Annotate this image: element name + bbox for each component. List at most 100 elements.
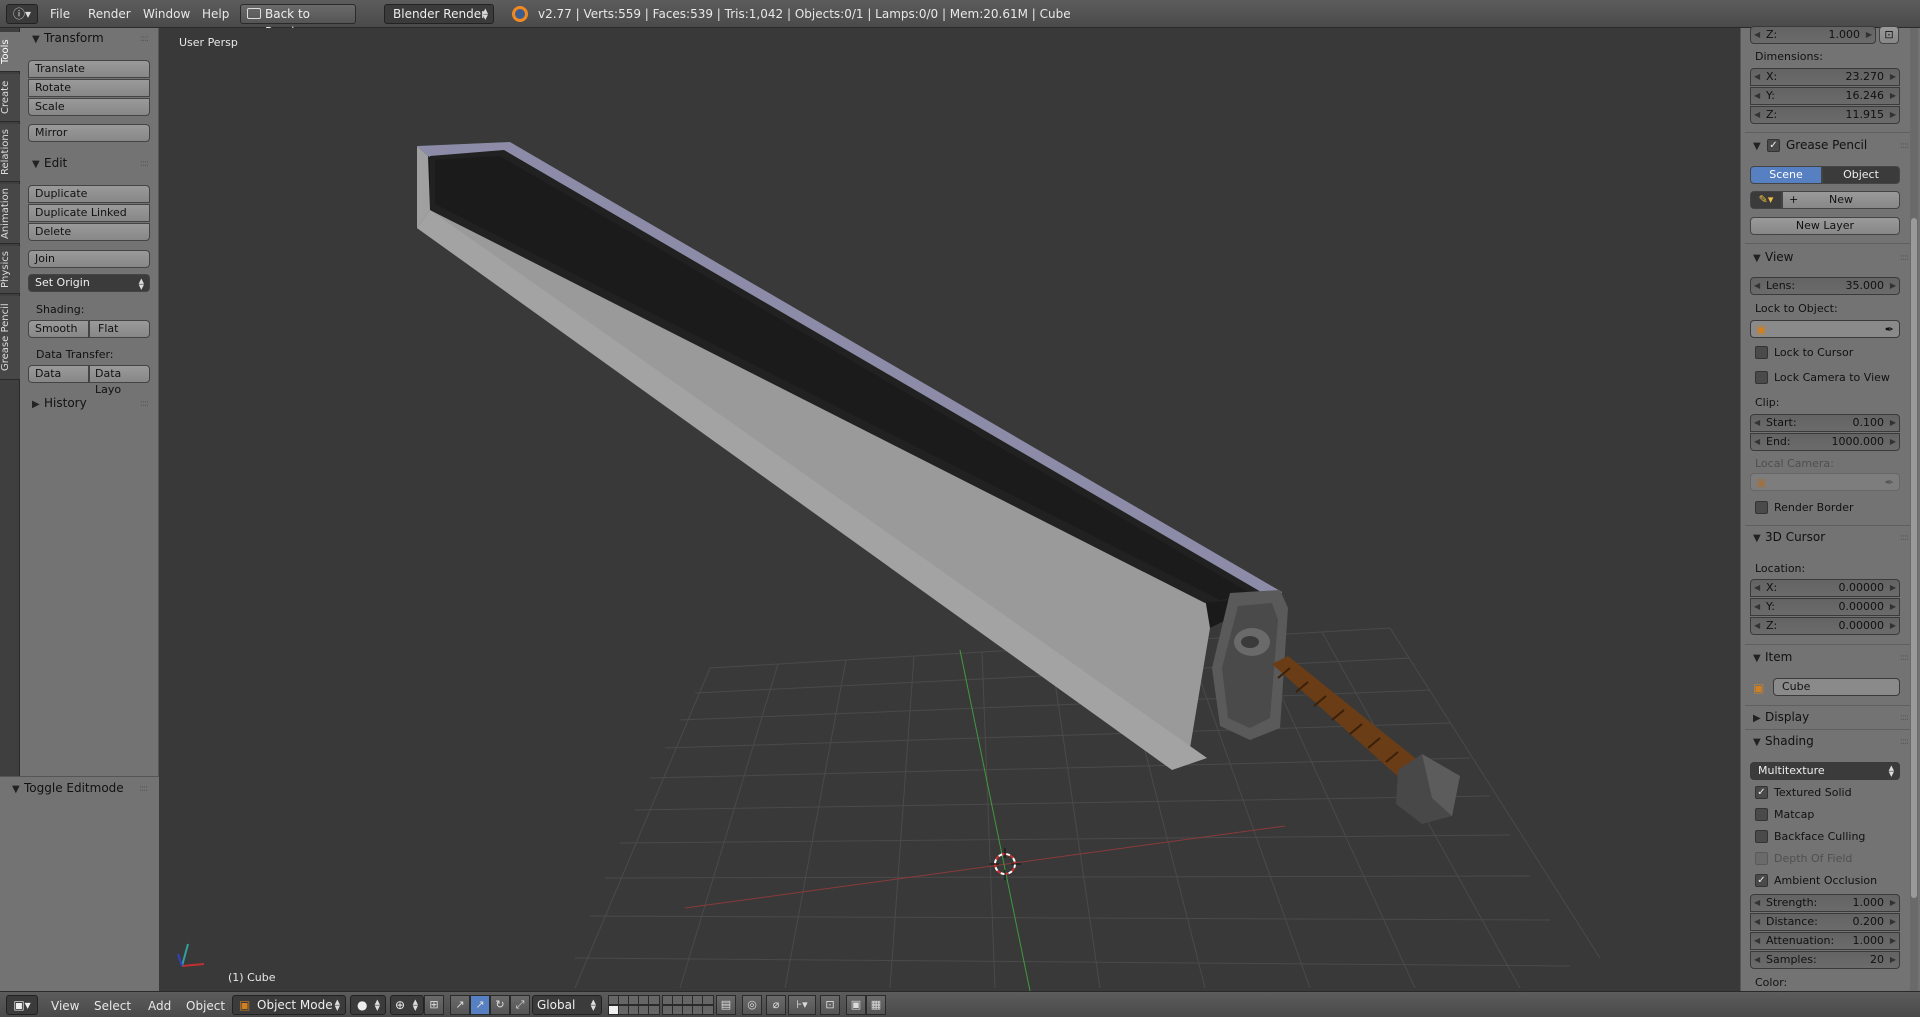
layer-button[interactable] [702, 1005, 714, 1015]
dimension-y-field[interactable]: ◀ Y: 16.246 ▶ [1750, 87, 1900, 105]
proportional-edit-icon[interactable]: ◎ [742, 995, 762, 1015]
object-name-field[interactable]: Cube [1773, 678, 1900, 696]
data-layout-button[interactable]: Data Layo [89, 365, 150, 396]
view-panel-header[interactable]: ▼ View [1753, 250, 1793, 264]
translate-manipulator-icon[interactable]: ↗ [450, 995, 470, 1015]
join-button[interactable]: Join [28, 250, 150, 268]
scale-manipulator-icon[interactable]: ⤢ [510, 995, 530, 1015]
cursor-z-field[interactable]: ◀ Z: 0.00000 ▶ [1750, 617, 1900, 635]
new-layer-button[interactable]: New Layer [1750, 217, 1900, 235]
history-panel-header[interactable]: ▶ History [32, 396, 87, 410]
menu-select[interactable]: Select [94, 999, 131, 1013]
menu-help[interactable]: Help [202, 7, 229, 21]
snap-target-icon[interactable]: ⊡ [820, 995, 840, 1015]
drag-grip-icon[interactable]: :::: [1900, 533, 1909, 543]
layers-group-1[interactable] [608, 995, 660, 1015]
layer-button[interactable] [702, 995, 714, 1005]
drag-grip-icon[interactable]: :::: [1900, 653, 1909, 663]
cursor-x-field[interactable]: ◀ X: 0.00000 ▶ [1750, 579, 1900, 597]
ao-attenuation-field[interactable]: ◀ Attenuation: 1.000 ▶ [1750, 932, 1900, 950]
manipulator-toggle-icon[interactable]: ⊞ [424, 995, 444, 1015]
scale-button[interactable]: Scale [28, 98, 150, 116]
render-engine-select[interactable]: Blender Render ▲ ▼ [384, 4, 494, 24]
smooth-button[interactable]: Smooth [28, 320, 89, 338]
lens-field[interactable]: ◀ Lens: 35.000 ▶ [1750, 277, 1900, 295]
scale-z-field[interactable]: ◀ Z: 1.000 ▶ [1750, 26, 1876, 44]
translate-button[interactable]: Translate [28, 60, 150, 78]
scrollbar-thumb[interactable] [1911, 218, 1917, 898]
lock-to-object-field[interactable]: ▣ ✒ [1750, 320, 1900, 338]
new-grease-pencil-button[interactable]: + New [1782, 191, 1900, 209]
layers-group-2[interactable] [662, 995, 714, 1015]
3d-cursor-panel-header[interactable]: ▼ 3D Cursor [1753, 530, 1825, 544]
backface-culling-checkbox[interactable] [1755, 830, 1768, 843]
snap-element-icon[interactable]: ⊦▾ [788, 995, 816, 1015]
rotate-manipulator-icon[interactable]: ↗ [470, 995, 490, 1015]
data-transfer-button[interactable]: Data [28, 365, 89, 383]
back-to-previous-button[interactable]: Back to Previous [240, 4, 356, 39]
drag-grip-icon[interactable]: :::: [140, 34, 149, 44]
duplicate-linked-button[interactable]: Duplicate Linked [28, 204, 150, 222]
grease-pencil-scene-tab[interactable]: Scene [1750, 166, 1822, 184]
clip-end-field[interactable]: ◀ End: 1000.000 ▶ [1750, 433, 1900, 451]
textured-solid-checkbox[interactable]: ✓ [1755, 786, 1768, 799]
ao-distance-field[interactable]: ◀ Distance: 0.200 ▶ [1750, 913, 1900, 931]
snap-icon[interactable]: ⌀ [766, 995, 786, 1015]
dimension-x-field[interactable]: ◀ X: 23.270 ▶ [1750, 68, 1900, 86]
drag-grip-icon[interactable]: :::: [1900, 141, 1909, 151]
grease-pencil-checkbox[interactable]: ✓ [1767, 139, 1780, 152]
edit-header-label: Edit [44, 156, 68, 170]
rotate-icon[interactable]: ↻ [490, 995, 510, 1015]
edit-panel-header[interactable]: ▼ Edit [32, 156, 67, 170]
lock-layers-icon[interactable]: ▤ [716, 995, 736, 1015]
rotate-button[interactable]: Rotate [28, 79, 150, 97]
display-panel-header[interactable]: ▶ Display [1753, 710, 1809, 724]
pivot-point-dropdown[interactable]: ⊕ ▲ ▼ [390, 995, 424, 1015]
drag-grip-icon[interactable]: :::: [1900, 253, 1909, 263]
shading-mode-dropdown[interactable]: Multitexture ▲ ▼ [1750, 762, 1900, 780]
mirror-button[interactable]: Mirror [28, 124, 150, 142]
properties-scrollbar[interactable] [1910, 28, 1918, 991]
duplicate-button[interactable]: Duplicate [28, 185, 150, 203]
render-icon[interactable]: ▣ [846, 995, 866, 1015]
pencil-icon[interactable]: ✎▾ [1750, 191, 1782, 209]
drag-grip-icon[interactable]: :::: [140, 399, 149, 409]
drag-grip-icon[interactable]: :::: [140, 159, 149, 169]
drag-grip-icon[interactable]: :::: [1900, 713, 1909, 723]
transform-panel-header[interactable]: ▼ Transform [32, 31, 104, 45]
ao-samples-field[interactable]: ◀ Samples: 20 ▶ [1750, 951, 1900, 969]
layer-button[interactable] [648, 1005, 660, 1015]
dimension-z-field[interactable]: ◀ Z: 11.915 ▶ [1750, 106, 1900, 124]
cursor-y-field[interactable]: ◀ Y: 0.00000 ▶ [1750, 598, 1900, 616]
menu-object[interactable]: Object [186, 999, 225, 1013]
eyedropper-icon[interactable]: ✒ [1885, 322, 1894, 338]
toggle-editmode-header[interactable]: ▼ Toggle Editmode [12, 781, 124, 795]
transform-orientation-dropdown[interactable]: Global ▲ ▼ [532, 995, 602, 1015]
viewport-shading-dropdown[interactable]: ● ▲ ▼ [350, 995, 386, 1015]
render-animation-icon[interactable]: ▦ [866, 995, 886, 1015]
shading-panel-header[interactable]: ▼ Shading [1753, 734, 1814, 748]
lock-camera-checkbox[interactable] [1755, 371, 1768, 384]
editor-type-icon[interactable]: ▣▾ [6, 995, 38, 1015]
drag-grip-icon[interactable]: :::: [139, 784, 148, 794]
render-border-checkbox[interactable] [1755, 501, 1768, 514]
layer-button[interactable] [648, 995, 660, 1005]
ao-strength-field[interactable]: ◀ Strength: 1.000 ▶ [1750, 894, 1900, 912]
ambient-occlusion-checkbox[interactable]: ✓ [1755, 874, 1768, 887]
clip-start-field[interactable]: ◀ Start: 0.100 ▶ [1750, 414, 1900, 432]
grease-pencil-header[interactable]: ▼ [1753, 138, 1765, 152]
menu-view[interactable]: View [51, 999, 79, 1013]
menu-add[interactable]: Add [148, 999, 171, 1013]
3d-viewport[interactable]: User Persp (1) Cube [160, 28, 1740, 991]
item-panel-header[interactable]: ▼ Item [1753, 650, 1792, 664]
set-origin-dropdown[interactable]: Set Origin ▲ ▼ [28, 274, 150, 292]
matcap-checkbox[interactable] [1755, 808, 1768, 821]
lock-to-cursor-checkbox[interactable] [1755, 346, 1768, 359]
delete-button[interactable]: Delete [28, 223, 150, 241]
flat-button[interactable]: Flat [89, 320, 150, 338]
grease-pencil-object-tab[interactable]: Object [1822, 166, 1900, 184]
drag-grip-icon[interactable]: :::: [1900, 737, 1909, 747]
mode-dropdown[interactable]: ▣ Object Mode ▲ ▼ [232, 995, 346, 1015]
clip-start-label: Start: [1766, 416, 1797, 429]
lock-icon[interactable]: ⊡ [1879, 26, 1899, 44]
